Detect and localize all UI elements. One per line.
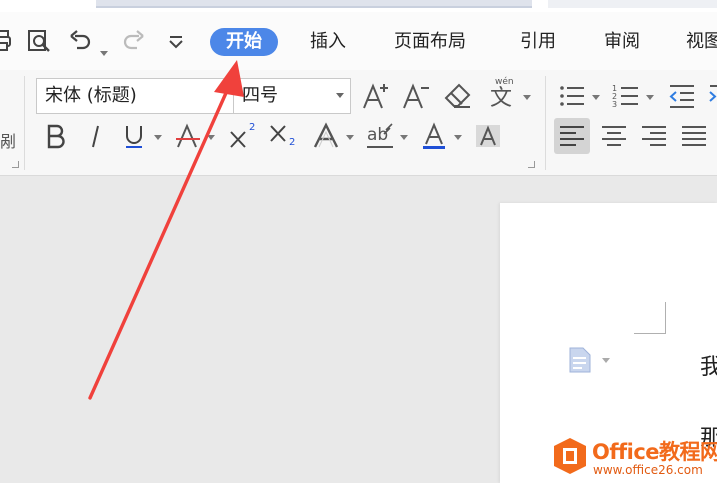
document-tab-strip[interactable]	[96, 0, 532, 8]
phonetic-guide-icon[interactable]: wén 文	[486, 77, 518, 112]
bold-icon[interactable]	[40, 120, 72, 152]
text-effects-icon[interactable]	[310, 120, 342, 152]
phonetic-char: 文	[490, 86, 513, 111]
redo-icon[interactable]	[120, 28, 146, 54]
decrease-font-size-icon[interactable]	[400, 80, 432, 112]
font-name-select[interactable]: 宋体 (标题)	[36, 78, 234, 114]
tab-review[interactable]: 审阅	[604, 28, 640, 56]
bullet-list-icon[interactable]	[556, 80, 588, 112]
underline-dropdown-icon[interactable]	[154, 135, 162, 140]
tab-insert[interactable]: 插入	[310, 28, 346, 56]
clipboard-dialog-launcher[interactable]	[12, 161, 19, 168]
superscript-digit: 2	[249, 122, 256, 133]
document-text-line-1[interactable]: 我	[700, 349, 717, 381]
title-bar-strip	[0, 0, 717, 12]
site-watermark: Office教程网 www.office26.com	[552, 436, 717, 480]
watermark-title: Office教程网	[592, 440, 717, 464]
align-center-icon[interactable]	[598, 120, 630, 152]
undo-icon[interactable]	[68, 28, 94, 54]
subscript-digit: 2	[289, 137, 296, 148]
increase-indent-icon[interactable]	[706, 80, 717, 112]
numbered-list-icon[interactable]: 123	[610, 80, 642, 112]
tab-view[interactable]: 视图	[686, 28, 717, 56]
bullet-list-dropdown-icon[interactable]	[592, 95, 600, 100]
office-logo-icon	[552, 436, 588, 476]
tab-home[interactable]: 开始	[210, 28, 278, 56]
print-icon[interactable]	[0, 28, 18, 54]
customize-quick-access-icon[interactable]	[163, 28, 189, 54]
highlight-dropdown-icon[interactable]	[400, 135, 408, 140]
menu-bar: 开始 插入 页面布局 引用 审阅 视图	[0, 12, 717, 70]
svg-text:3: 3	[612, 100, 617, 109]
numbered-list-dropdown-icon[interactable]	[646, 95, 654, 100]
highlight-icon[interactable]: ab	[364, 120, 396, 152]
paragraph-layout-icon[interactable]	[568, 346, 592, 374]
font-name-value: 宋体 (标题)	[45, 85, 137, 106]
tab-references[interactable]: 引用	[520, 28, 556, 56]
group-separator	[545, 76, 546, 170]
clipboard-group-label: 剐	[0, 132, 17, 151]
font-color-dropdown-icon[interactable]	[454, 135, 462, 140]
align-right-icon[interactable]	[638, 120, 670, 152]
text-effects-dropdown-icon[interactable]	[346, 135, 354, 140]
print-preview-icon[interactable]	[26, 28, 52, 54]
font-dialog-launcher[interactable]	[528, 161, 535, 168]
document-tab-strip-right[interactable]	[548, 0, 717, 8]
underline-icon[interactable]	[118, 120, 150, 152]
strikethrough-icon[interactable]	[172, 120, 204, 152]
decrease-indent-icon[interactable]	[666, 80, 698, 112]
italic-icon[interactable]	[80, 120, 112, 152]
page-margin-marker	[634, 302, 666, 334]
font-color-icon[interactable]	[418, 120, 450, 152]
svg-text:ab: ab	[367, 125, 388, 145]
tab-page-layout[interactable]: 页面布局	[394, 28, 466, 56]
watermark-url: www.office26.com	[593, 463, 703, 477]
superscript-icon[interactable]: 2	[226, 120, 258, 152]
font-size-select[interactable]: 四号	[233, 78, 351, 114]
undo-dropdown-icon[interactable]	[100, 51, 108, 56]
clear-formatting-icon[interactable]	[442, 80, 474, 112]
group-separator	[24, 76, 25, 170]
paragraph-layout-dropdown-icon[interactable]	[602, 358, 610, 363]
strikethrough-dropdown-icon[interactable]	[207, 135, 215, 140]
increase-font-size-icon[interactable]	[360, 80, 392, 112]
subscript-icon[interactable]: 2	[266, 120, 298, 152]
character-shading-icon[interactable]	[472, 120, 504, 152]
chevron-down-icon[interactable]	[336, 93, 344, 98]
justify-icon[interactable]	[678, 120, 710, 152]
phonetic-dropdown-icon[interactable]	[523, 95, 531, 100]
font-size-value: 四号	[242, 85, 278, 106]
align-left-icon[interactable]	[554, 118, 590, 154]
